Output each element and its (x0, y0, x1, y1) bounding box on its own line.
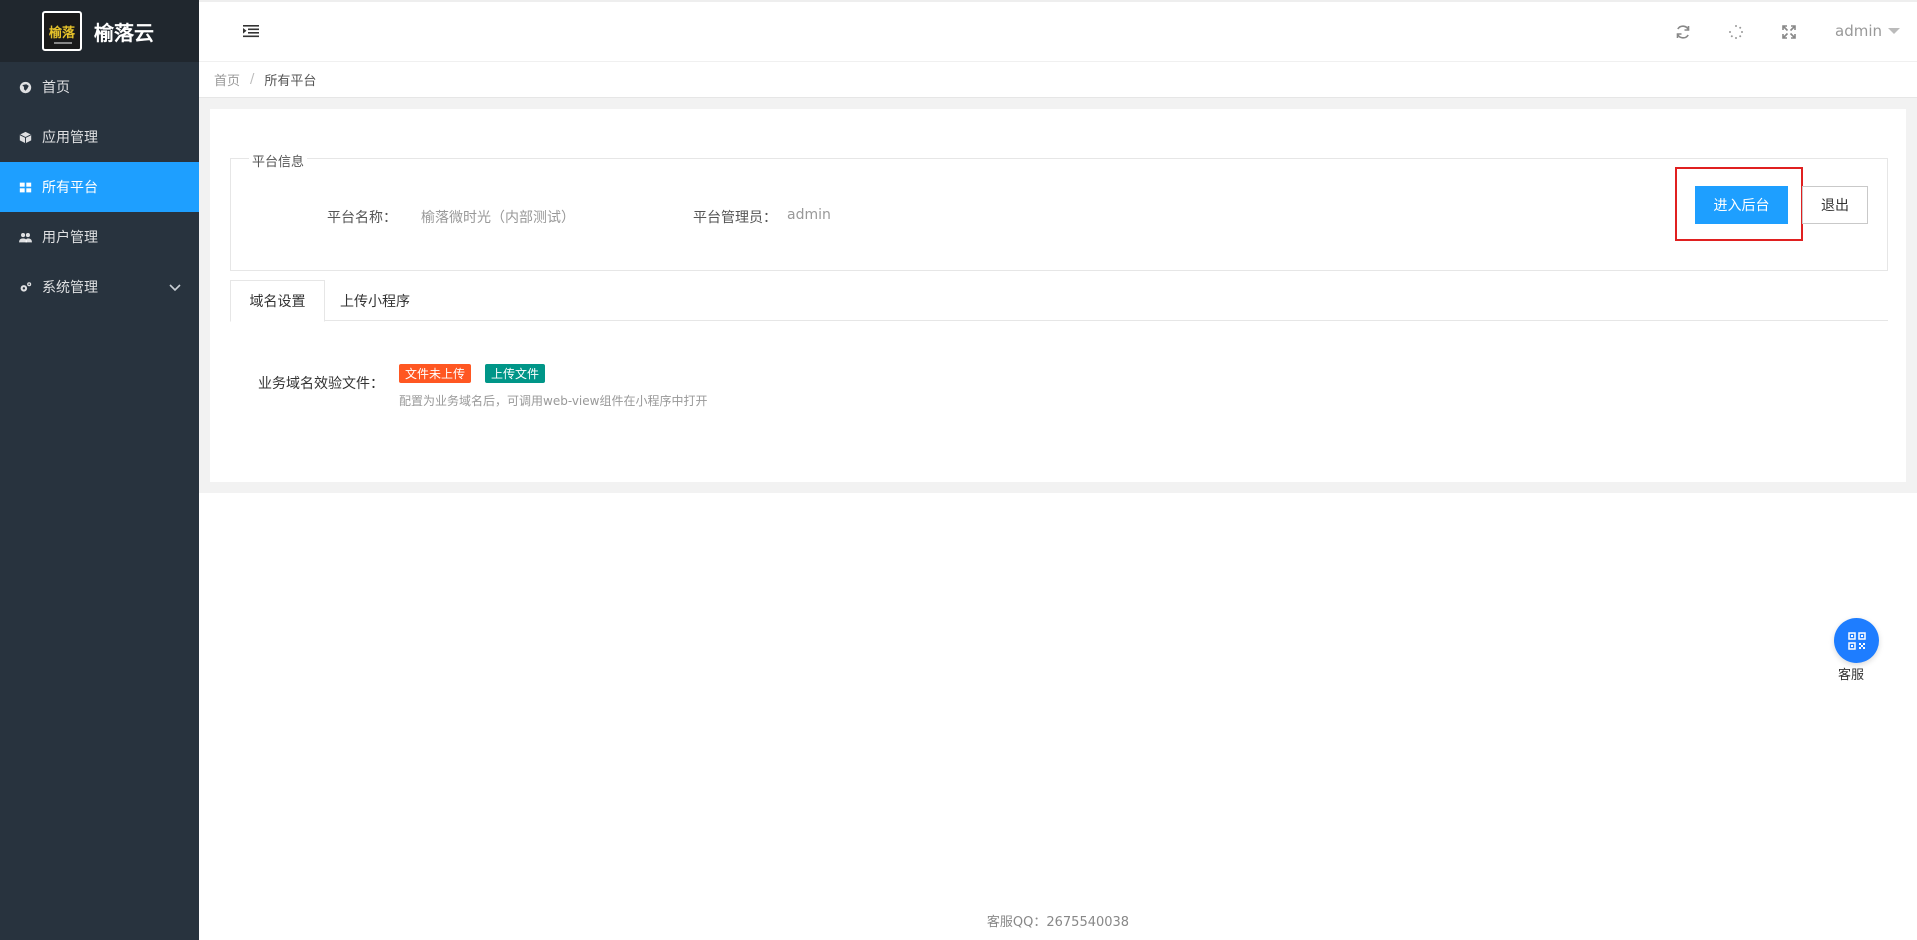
domain-hint: 配置为业务域名后，可调用web-view组件在小程序中打开 (399, 394, 708, 408)
sidebar: 榆落 榆落云 首页 应用管理 所有平台 用户管理 系统管理 (0, 0, 199, 940)
sidebar-item-label: 首页 (42, 80, 70, 96)
caret-down-icon (1888, 28, 1900, 34)
logo: 榆落 (42, 11, 82, 51)
tab-bar: 域名设置 上传小程序 (230, 280, 1888, 322)
loading-icon[interactable] (1728, 24, 1744, 40)
platform-admin-label: 平台管理员： (693, 210, 777, 226)
tab-upload-miniprogram[interactable]: 上传小程序 (325, 280, 425, 321)
platform-name-label: 平台名称： (327, 210, 397, 226)
customer-service-label: 客服 (1838, 668, 1865, 683)
customer-service-button[interactable] (1834, 618, 1879, 663)
globe-icon (18, 80, 32, 94)
upload-file-button[interactable]: 上传文件 (485, 364, 546, 383)
sidebar-item-system[interactable]: 系统管理 (0, 262, 199, 312)
chevron-down-icon (169, 281, 181, 293)
status-badge: 文件未上传 (399, 364, 472, 383)
breadcrumb-current: 所有平台 (264, 74, 317, 89)
grid-icon (18, 180, 32, 194)
platform-admin-value: admin (787, 207, 831, 223)
cogs-icon (18, 280, 32, 294)
breadcrumb: 首页 / 所有平台 (199, 62, 1917, 98)
sidebar-item-label: 应用管理 (42, 130, 98, 146)
exit-button[interactable]: 退出 (1802, 186, 1868, 224)
sidebar-item-label: 用户管理 (42, 230, 98, 246)
sidebar-item-platforms[interactable]: 所有平台 (0, 162, 199, 212)
tab-domain-settings[interactable]: 域名设置 (230, 280, 325, 322)
main-card: 平台信息 平台名称： 榆落微时光（内部测试） 平台管理员： admin 进入后台… (210, 109, 1906, 482)
logo-bar: 榆落 榆落云 (0, 0, 199, 62)
domain-file-label: 业务域名效验文件： (258, 376, 384, 392)
platform-name-value: 榆落微时光（内部测试） (421, 210, 575, 226)
sidebar-item-label: 所有平台 (42, 180, 98, 196)
enter-backend-button[interactable]: 进入后台 (1695, 186, 1788, 224)
sidebar-nav: 首页 应用管理 所有平台 用户管理 系统管理 (0, 62, 199, 312)
sidebar-item-users[interactable]: 用户管理 (0, 212, 199, 262)
sidebar-item-apps[interactable]: 应用管理 (0, 112, 199, 162)
footer: 客服QQ：2675540038 (986, 915, 1130, 930)
users-icon (18, 230, 32, 244)
user-name: admin (1835, 22, 1882, 40)
top-header: admin (199, 0, 1917, 62)
qrcode-icon (1847, 631, 1866, 650)
platform-info-fieldset: 平台信息 平台名称： 榆落微时光（内部测试） 平台管理员： admin 进入后台… (230, 151, 1888, 271)
refresh-icon[interactable] (1675, 24, 1691, 40)
cube-icon (18, 130, 32, 144)
content-area: 平台信息 平台名称： 榆落微时光（内部测试） 平台管理员： admin 进入后台… (199, 98, 1917, 493)
fullscreen-icon[interactable] (1781, 24, 1797, 40)
breadcrumb-home[interactable]: 首页 (214, 70, 240, 89)
sidebar-item-label: 系统管理 (42, 280, 98, 296)
brand-title: 榆落云 (94, 20, 154, 45)
menu-toggle-icon[interactable] (243, 24, 259, 38)
breadcrumb-separator: / (250, 72, 255, 87)
sidebar-item-home[interactable]: 首页 (0, 62, 199, 112)
user-menu[interactable]: admin (1835, 22, 1900, 40)
fieldset-legend: 平台信息 (249, 151, 308, 170)
